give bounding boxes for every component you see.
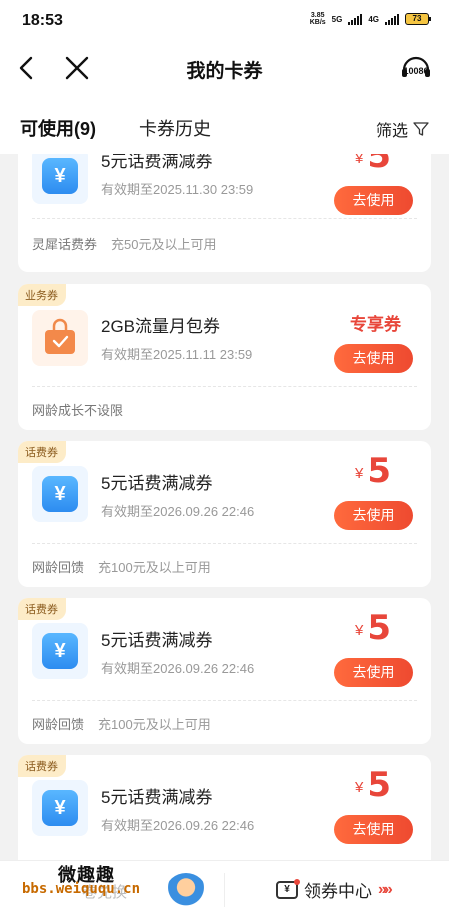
voucher-icon: ¥: [32, 780, 88, 836]
mascot-icon: [166, 873, 206, 909]
coupon-title: 2GB流量月包券: [101, 317, 221, 336]
coupon-amount: ¥5: [354, 451, 391, 491]
network-speed: 3.85 KB/s: [310, 12, 326, 26]
coupon-card: 话费券 ¥ 5元话费满减券 有效期至2026.09.26 22:46 ¥5 去使…: [18, 441, 431, 587]
divider: [32, 700, 417, 701]
divider: [32, 386, 417, 387]
watermark: 卷兑换 微趣趣 bbs.weiququ.cn: [22, 861, 212, 917]
coupon-amount: ¥5: [354, 608, 391, 648]
coupon-note: 网龄回馈 充100元及以上可用: [32, 560, 211, 575]
voucher-icon: ¥: [32, 466, 88, 522]
coupon-list[interactable]: ¥ 5元话费满减券 有效期至2025.11.30 23:59 ¥5 去使用 灵犀…: [0, 154, 449, 860]
coupon-note: 灵犀话费券 充50元及以上可用: [32, 237, 217, 252]
coupon-tag: 话费券: [18, 441, 66, 463]
exclusive-badge: 专享券: [350, 315, 401, 334]
divider: [32, 218, 417, 219]
voucher-icon: ¥: [32, 623, 88, 679]
coupon-card: 业务券 2GB流量月包券 有效期至2025.11.11 23:59 专享券 去使…: [18, 284, 431, 430]
tab-history[interactable]: 卡券历史: [139, 115, 211, 141]
network-4g-label: 4G: [368, 14, 379, 24]
battery-icon: 73: [405, 13, 431, 25]
funnel-icon: [413, 122, 429, 136]
coupon-expiry: 有效期至2025.11.11 23:59: [101, 347, 253, 362]
coupon-tag: 业务券: [18, 284, 66, 306]
bottom-bar: 卷兑换 微趣趣 bbs.weiququ.cn ¥ 领券中心 »»: [0, 860, 449, 920]
coupon-amount: ¥5: [354, 154, 391, 176]
shopping-bag-icon: [32, 310, 88, 366]
network-5g-label: 5G: [331, 14, 343, 24]
service-number: 10086: [403, 66, 429, 76]
tab-bar: 可使用(9) 卡券历史 筛选: [0, 100, 449, 154]
filter-button[interactable]: 筛选: [376, 117, 429, 141]
title-bar: 我的卡券 10086: [0, 42, 449, 96]
coupon-title: 5元话费满减券: [101, 788, 213, 807]
coupon-expiry: 有效期至2026.09.26 22:46: [101, 661, 255, 676]
coupon-center-label: 领券中心: [304, 882, 372, 901]
filter-label: 筛选: [375, 123, 408, 140]
coupon-tag: 话费券: [18, 598, 66, 620]
coupon-note: 网龄成长不设限: [32, 403, 124, 418]
coupon-title: 5元话费满减券: [101, 154, 213, 171]
use-button[interactable]: 去使用: [334, 501, 413, 530]
coupon-center-icon: ¥: [276, 878, 300, 899]
page-title: 我的卡券: [186, 61, 263, 82]
net-speed-value: 3.85: [310, 12, 325, 19]
status-bar: 18:53 3.85 KB/s 5G 4G 73: [0, 0, 449, 42]
divider: [224, 873, 225, 907]
tab-available[interactable]: 可使用(9): [20, 115, 96, 141]
coupon-tag: 话费券: [18, 755, 66, 777]
net-speed-unit: KB/s: [309, 19, 326, 26]
coupon-title: 5元话费满减券: [101, 631, 213, 650]
customer-service-button[interactable]: 10086: [399, 52, 433, 86]
coupon-title: 5元话费满减券: [101, 474, 213, 493]
use-button[interactable]: 去使用: [334, 815, 413, 844]
use-button[interactable]: 去使用: [334, 344, 413, 373]
coupon-expiry: 有效期至2026.09.26 22:46: [101, 818, 255, 833]
signal-icon: [348, 13, 363, 25]
coupon-expiry: 有效期至2026.09.26 22:46: [101, 504, 255, 519]
coupon-card: 话费券 ¥ 5元话费满减券 有效期至2026.09.26 22:46 ¥5 去使…: [18, 598, 431, 744]
coupon-amount: ¥5: [354, 765, 391, 805]
signal-icon-2: [385, 13, 399, 25]
coupon-expiry: 有效期至2025.11.30 23:59: [101, 182, 254, 197]
use-button[interactable]: 去使用: [334, 658, 413, 687]
coupon-card: 话费券 ¥ 5元话费满减券 有效期至2026.09.26 22:46 ¥5 去使…: [18, 755, 431, 860]
status-icons: 3.85 KB/s 5G 4G 73: [310, 12, 431, 26]
use-button[interactable]: 去使用: [334, 186, 413, 215]
watermark-url: bbs.weiququ.cn: [22, 881, 141, 897]
voucher-icon: ¥: [32, 154, 88, 204]
double-chevron-right-icon: »»: [378, 880, 393, 898]
coupon-card: ¥ 5元话费满减券 有效期至2025.11.30 23:59 ¥5 去使用 灵犀…: [18, 154, 431, 272]
status-time: 18:53: [22, 12, 63, 29]
coupon-center-link[interactable]: ¥ 领券中心 »»: [276, 877, 393, 902]
coupon-note: 网龄回馈 充100元及以上可用: [32, 717, 211, 732]
divider: [32, 543, 417, 544]
